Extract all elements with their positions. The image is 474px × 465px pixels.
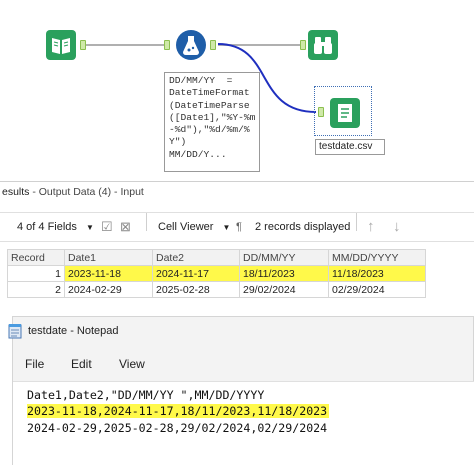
flask-icon [183,36,199,55]
workflow-canvas: DD/MM/YY = DateTimeFormat (DateTimeParse… [0,0,474,183]
document-icon [338,104,352,122]
table-cell[interactable]: 2023-11-18 [64,265,153,282]
results-title-prefix: esults [2,186,30,198]
table-cell[interactable]: 11/18/2023 [328,265,426,282]
cell-viewer-label: Cell Viewer [158,221,214,233]
results-panel-header: esults - Output Data (4) - Input [0,181,474,203]
table-cell[interactable]: 2024-11-17 [152,265,240,282]
output-anchor[interactable] [210,40,216,50]
arrow-up-icon[interactable]: ↑ [367,213,375,241]
table-cell[interactable]: 02/29/2024 [328,281,426,298]
notepad-window: testdate - Notepad File Edit View Date1,… [8,316,474,465]
table-row[interactable]: 2 2024-02-29 2025-02-28 29/02/2024 02/29… [7,281,426,298]
toolbar-separator [146,213,147,231]
book-icon [52,38,70,54]
table-cell[interactable]: 2025-02-28 [152,281,240,298]
table-cell[interactable]: 18/11/2023 [239,265,329,282]
text-line-highlighted: 2023-11-18,2024-11-17,18/11/2023,11/18/2… [27,404,330,418]
checkbox-edit-icon[interactable]: ☑ [101,213,113,241]
output-anchor[interactable] [80,40,86,50]
text-line: 2024-02-29,2025-02-28,29/02/2024,02/29/2… [27,421,328,435]
table-row[interactable]: 1 2023-11-18 2024-11-17 18/11/2023 11/18… [7,265,426,282]
formula-tool[interactable] [176,30,206,60]
window-title: testdate - Notepad [28,325,119,337]
menu-item-edit[interactable]: Edit [71,357,92,371]
results-title: - Output Data (4) - Input [29,186,144,198]
column-header[interactable]: DD/MM/YY [239,249,329,266]
fields-dropdown[interactable]: 4 of 4 Fields ▼ [17,213,94,242]
arrow-down-icon[interactable]: ↓ [393,213,401,241]
fields-dropdown-label: 4 of 4 Fields [17,221,77,233]
menu-item-view[interactable]: View [119,357,145,371]
text-editor[interactable]: Date1,Date2,"DD/MM/YY ",MM/DD/YYYY 2023-… [13,381,474,465]
results-toolbar: 4 of 4 Fields ▼ ☑ ⊠ Cell Viewer ▼ ¶ 2 re… [0,212,474,242]
column-header[interactable]: Date2 [152,249,240,266]
table-cell[interactable]: 2024-02-29 [64,281,153,298]
connection-wire-1 [86,44,166,46]
input-data-tool[interactable] [46,30,76,60]
record-number: 1 [7,265,65,282]
grid-header-row: Record Date1 Date2 DD/MM/YY MM/DD/YYYY [7,249,426,266]
formula-annotation[interactable]: DD/MM/YY = DateTimeFormat (DateTimeParse… [164,72,260,172]
caret-down-icon: ▼ [222,223,231,232]
results-grid: Record Date1 Date2 DD/MM/YY MM/DD/YYYY 1… [7,249,426,298]
binoculars-icon [314,37,332,54]
close-box-icon[interactable]: ⊠ [120,213,131,241]
column-header[interactable]: Record [7,249,65,266]
records-status: 2 records displayed [255,221,351,233]
pilcrow-icon[interactable]: ¶ [236,213,242,241]
table-cell[interactable]: 29/02/2024 [239,281,329,298]
cell-viewer-dropdown[interactable]: Cell Viewer ▼ [158,213,230,242]
output-file-label[interactable]: testdate.csv [315,139,385,155]
input-anchor[interactable] [318,107,324,117]
record-number: 2 [7,281,65,298]
text-line: Date1,Date2,"DD/MM/YY ",MM/DD/YYYY [27,388,265,402]
column-header[interactable]: MM/DD/YYYY [328,249,426,266]
toolbar-separator [356,213,357,231]
notepad-icon [8,324,22,339]
input-anchor[interactable] [300,40,306,50]
browse-tool[interactable] [308,30,338,60]
column-header[interactable]: Date1 [64,249,153,266]
output-data-tool[interactable] [330,98,360,128]
menu-item-file[interactable]: File [25,357,44,371]
input-anchor[interactable] [164,40,170,50]
caret-down-icon: ▼ [85,223,94,232]
